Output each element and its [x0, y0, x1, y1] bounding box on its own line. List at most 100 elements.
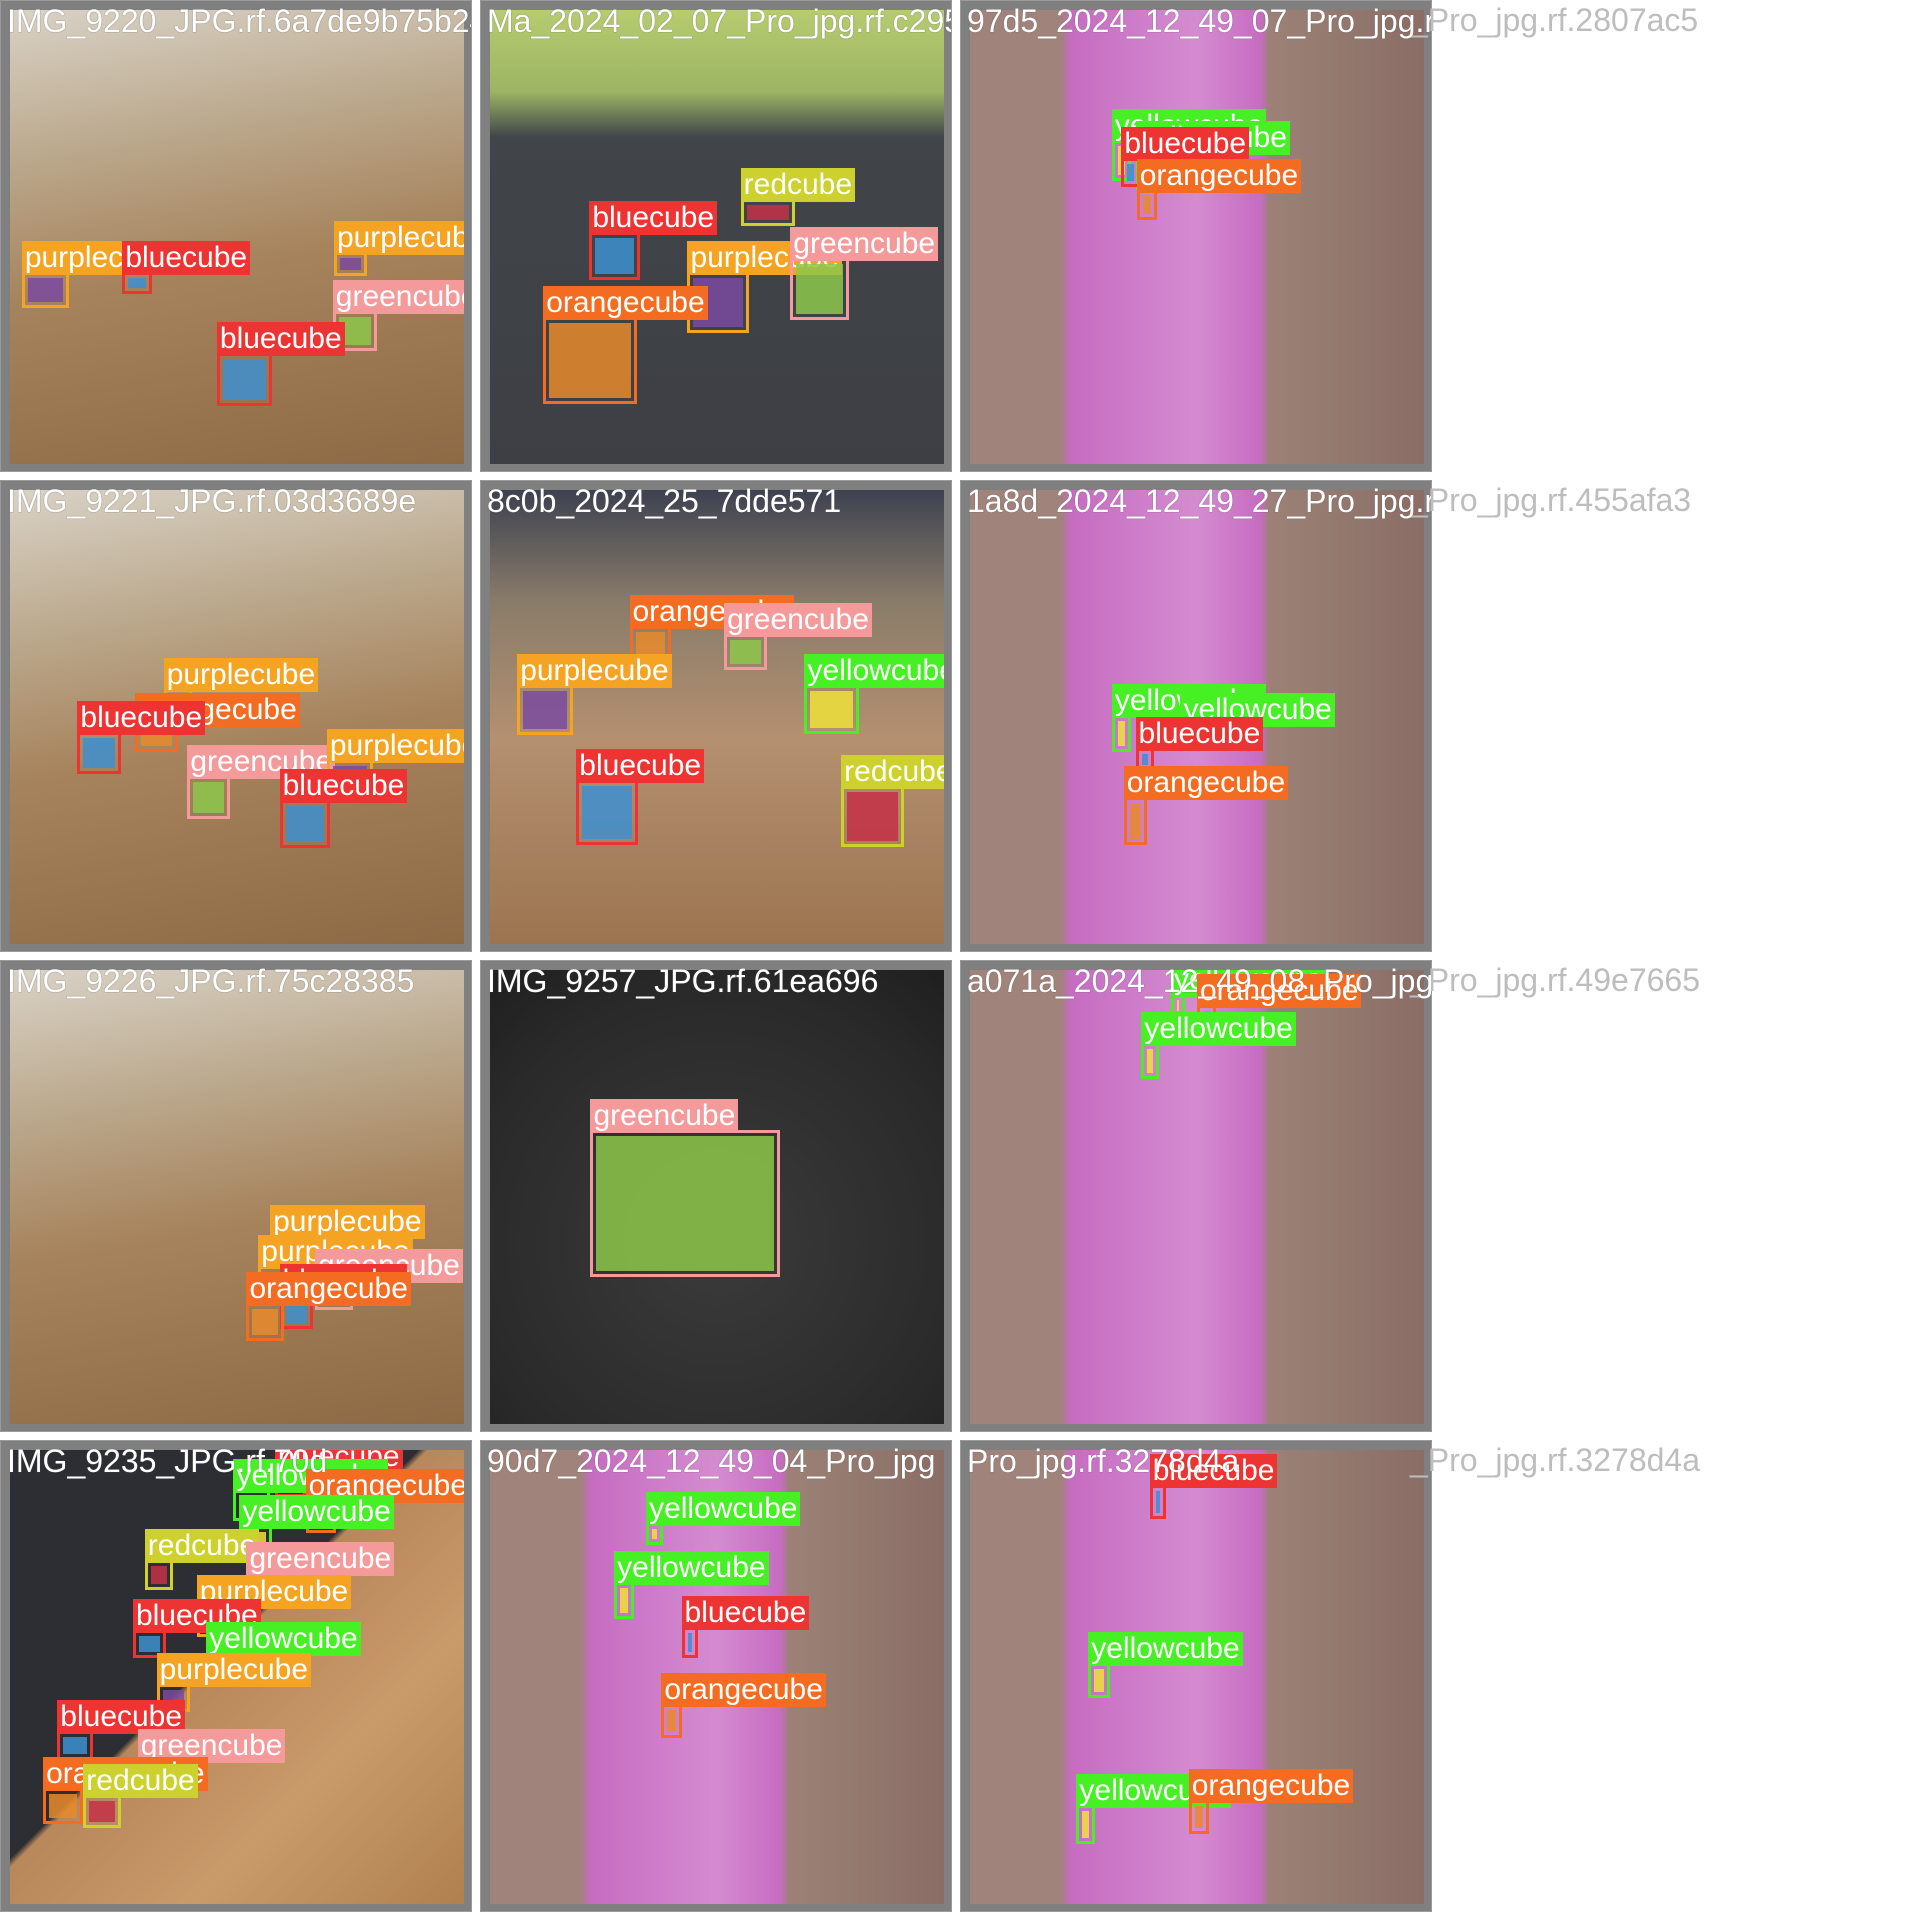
detection-label: orangecube	[246, 1272, 411, 1307]
cube-object	[1127, 163, 1135, 182]
cube-object	[63, 1737, 87, 1754]
detection-box: purplecube	[21, 241, 177, 308]
detection-box: redcube	[740, 168, 856, 227]
tile-photo: purplecube orangecube bluecube greencube pur…	[10, 490, 464, 944]
detection-box: bluecube	[576, 748, 705, 845]
tile-filename: IMG_9221_JPG.rf.03d3689e	[7, 483, 417, 519]
tile-filename: IMG_9226_JPG.rf.75c28385	[7, 963, 415, 999]
detection-box: bluecube	[279, 768, 408, 849]
tile-photo: purplecubepurplecubegreencubebluecubeora…	[10, 970, 464, 1424]
tile-filename: Pro_jpg.rf.3278d4a	[967, 1443, 1240, 1479]
image-tile: yellowcubeyellowcubebluecubeorangecube1a…	[960, 480, 1432, 952]
detection-label: purplecube	[156, 1653, 312, 1688]
tile-filename: IMG_9257_JPG.rf.61ea696	[487, 963, 879, 999]
detection-label: bluecube	[216, 321, 345, 356]
detection-label: bluecube	[1121, 126, 1250, 161]
detection-label: redcube	[841, 754, 944, 789]
tile-photo: orangecube greencube purplecube yellowcube b…	[490, 490, 944, 944]
detection-box: yellowcube	[1141, 1012, 1296, 1079]
detection-label: yellowcube	[1088, 1631, 1243, 1666]
detection-label: yellowcube	[646, 1492, 801, 1527]
detection-box: yellowcube	[614, 1551, 769, 1620]
detection-box: orangecube	[1188, 1768, 1354, 1835]
cube-object	[523, 691, 567, 729]
detection-box: bluecube	[589, 201, 718, 280]
detection-label: bluecube	[122, 241, 251, 276]
tile-photo: purplecubebluecubepurplecubegreencubeblu…	[10, 10, 464, 464]
tile-filename: IMG_9235_JPG.rf.70d	[7, 1443, 328, 1479]
tile-photo: bluecube yellowcube yellowcube orangecube	[970, 1450, 1424, 1904]
detection-box: bluecube	[681, 1596, 810, 1659]
image-tile: redcube bluecube purplecube greencube orange…	[480, 0, 952, 472]
cube-object	[1176, 999, 1180, 1012]
cube-object	[222, 358, 267, 401]
cube-object	[1117, 720, 1125, 747]
detection-box: yellowcube	[1076, 1773, 1231, 1844]
tile-filename: a071a_2024_12_49_08_Pro_jpg.rf.49e7665	[967, 963, 1432, 999]
detection-label: orangecube	[1188, 1768, 1354, 1803]
detection-label: yellowcube	[1141, 1012, 1296, 1047]
cube-object	[193, 782, 224, 813]
detection-box: bluecube	[216, 321, 345, 407]
cube-object	[1141, 753, 1149, 766]
cube-object	[687, 1633, 693, 1653]
detection-label: purplecube	[333, 221, 464, 256]
detection-box: orangecube	[246, 1272, 411, 1342]
cube-object	[746, 205, 790, 221]
detection-box: bluecube	[77, 701, 206, 774]
detection-box: yellowcube	[1111, 683, 1267, 753]
image-tile: bluecubeyellowcubeorangecubeyellowcubere…	[0, 1440, 472, 1912]
detection-box: yellowcube	[1088, 1631, 1243, 1699]
detection-box: orangecube	[1136, 158, 1302, 221]
cube-object	[138, 1635, 161, 1653]
cube-object	[582, 785, 632, 839]
detection-label: purplecube	[326, 728, 464, 763]
detection-label: orangecube	[661, 1673, 826, 1708]
detection-label: yellowcube	[239, 1494, 394, 1529]
cube-object	[1194, 1805, 1203, 1829]
detection-box: greencube	[790, 227, 939, 320]
detection-box: yellowcube	[646, 1492, 801, 1545]
cube-object	[810, 691, 853, 728]
detection-box: redcube	[144, 1528, 260, 1590]
detection-label: greencube	[332, 280, 464, 315]
detection-box: greencube	[724, 603, 872, 670]
detection-box: redcube	[841, 754, 944, 848]
cube-object	[1094, 1668, 1104, 1693]
detection-box: yellowcube	[804, 654, 944, 734]
tile-filename: Ma_2024_02_07_Pro_jpg.rf.c2958	[487, 3, 952, 39]
cube-object	[1147, 1049, 1154, 1073]
detection-label: redcube	[83, 1764, 198, 1799]
detection-label: bluecube	[681, 1596, 810, 1631]
cube-object	[847, 791, 898, 842]
tile-filename: 8c0b_2024_25_7dde571	[487, 483, 842, 519]
detection-label: yellowcube	[614, 1551, 769, 1586]
cube-object	[89, 1801, 116, 1823]
cube-object	[549, 323, 631, 398]
detection-label: redcube	[740, 168, 856, 203]
cube-object	[652, 1529, 657, 1539]
tile-filename: 1a8d_2024_12_49_27_Pro_jpg.rf.455afa3	[967, 483, 1431, 519]
cube-object	[796, 264, 844, 314]
cube-object	[595, 238, 635, 274]
cube-object	[667, 1710, 676, 1733]
detection-label: greencube	[246, 1541, 395, 1576]
filename-overflow: _Pro_jpg.rf.455afa3	[1410, 482, 1692, 518]
cube-object	[620, 1588, 629, 1614]
detection-label: greencube	[790, 227, 939, 262]
cube-object	[150, 1565, 168, 1584]
cube-object	[1129, 803, 1142, 839]
detection-box: orangecube	[661, 1673, 826, 1739]
tile-photo: yellowcube yellowcube bluecube orangecube	[490, 1450, 944, 1904]
cube-object	[128, 278, 146, 288]
tile-photo: yellowcubeorangecubeyellowcube	[970, 970, 1424, 1424]
cube-object	[730, 640, 761, 664]
detection-box: orangecube	[43, 1757, 208, 1824]
detection-label: orangecube	[1136, 158, 1302, 193]
detection-box: purplecube	[333, 221, 464, 276]
tile-photo: redcube bluecube purplecube greencube orange…	[490, 10, 944, 464]
tile-photo: yellowcubeyellowcubebluecubeorangecube	[970, 490, 1424, 944]
cube-object	[49, 1794, 78, 1818]
image-tile: yellowcube yellowcube bluecube orangecube 90…	[480, 1440, 952, 1912]
detection-label: yellowcube	[804, 654, 944, 689]
